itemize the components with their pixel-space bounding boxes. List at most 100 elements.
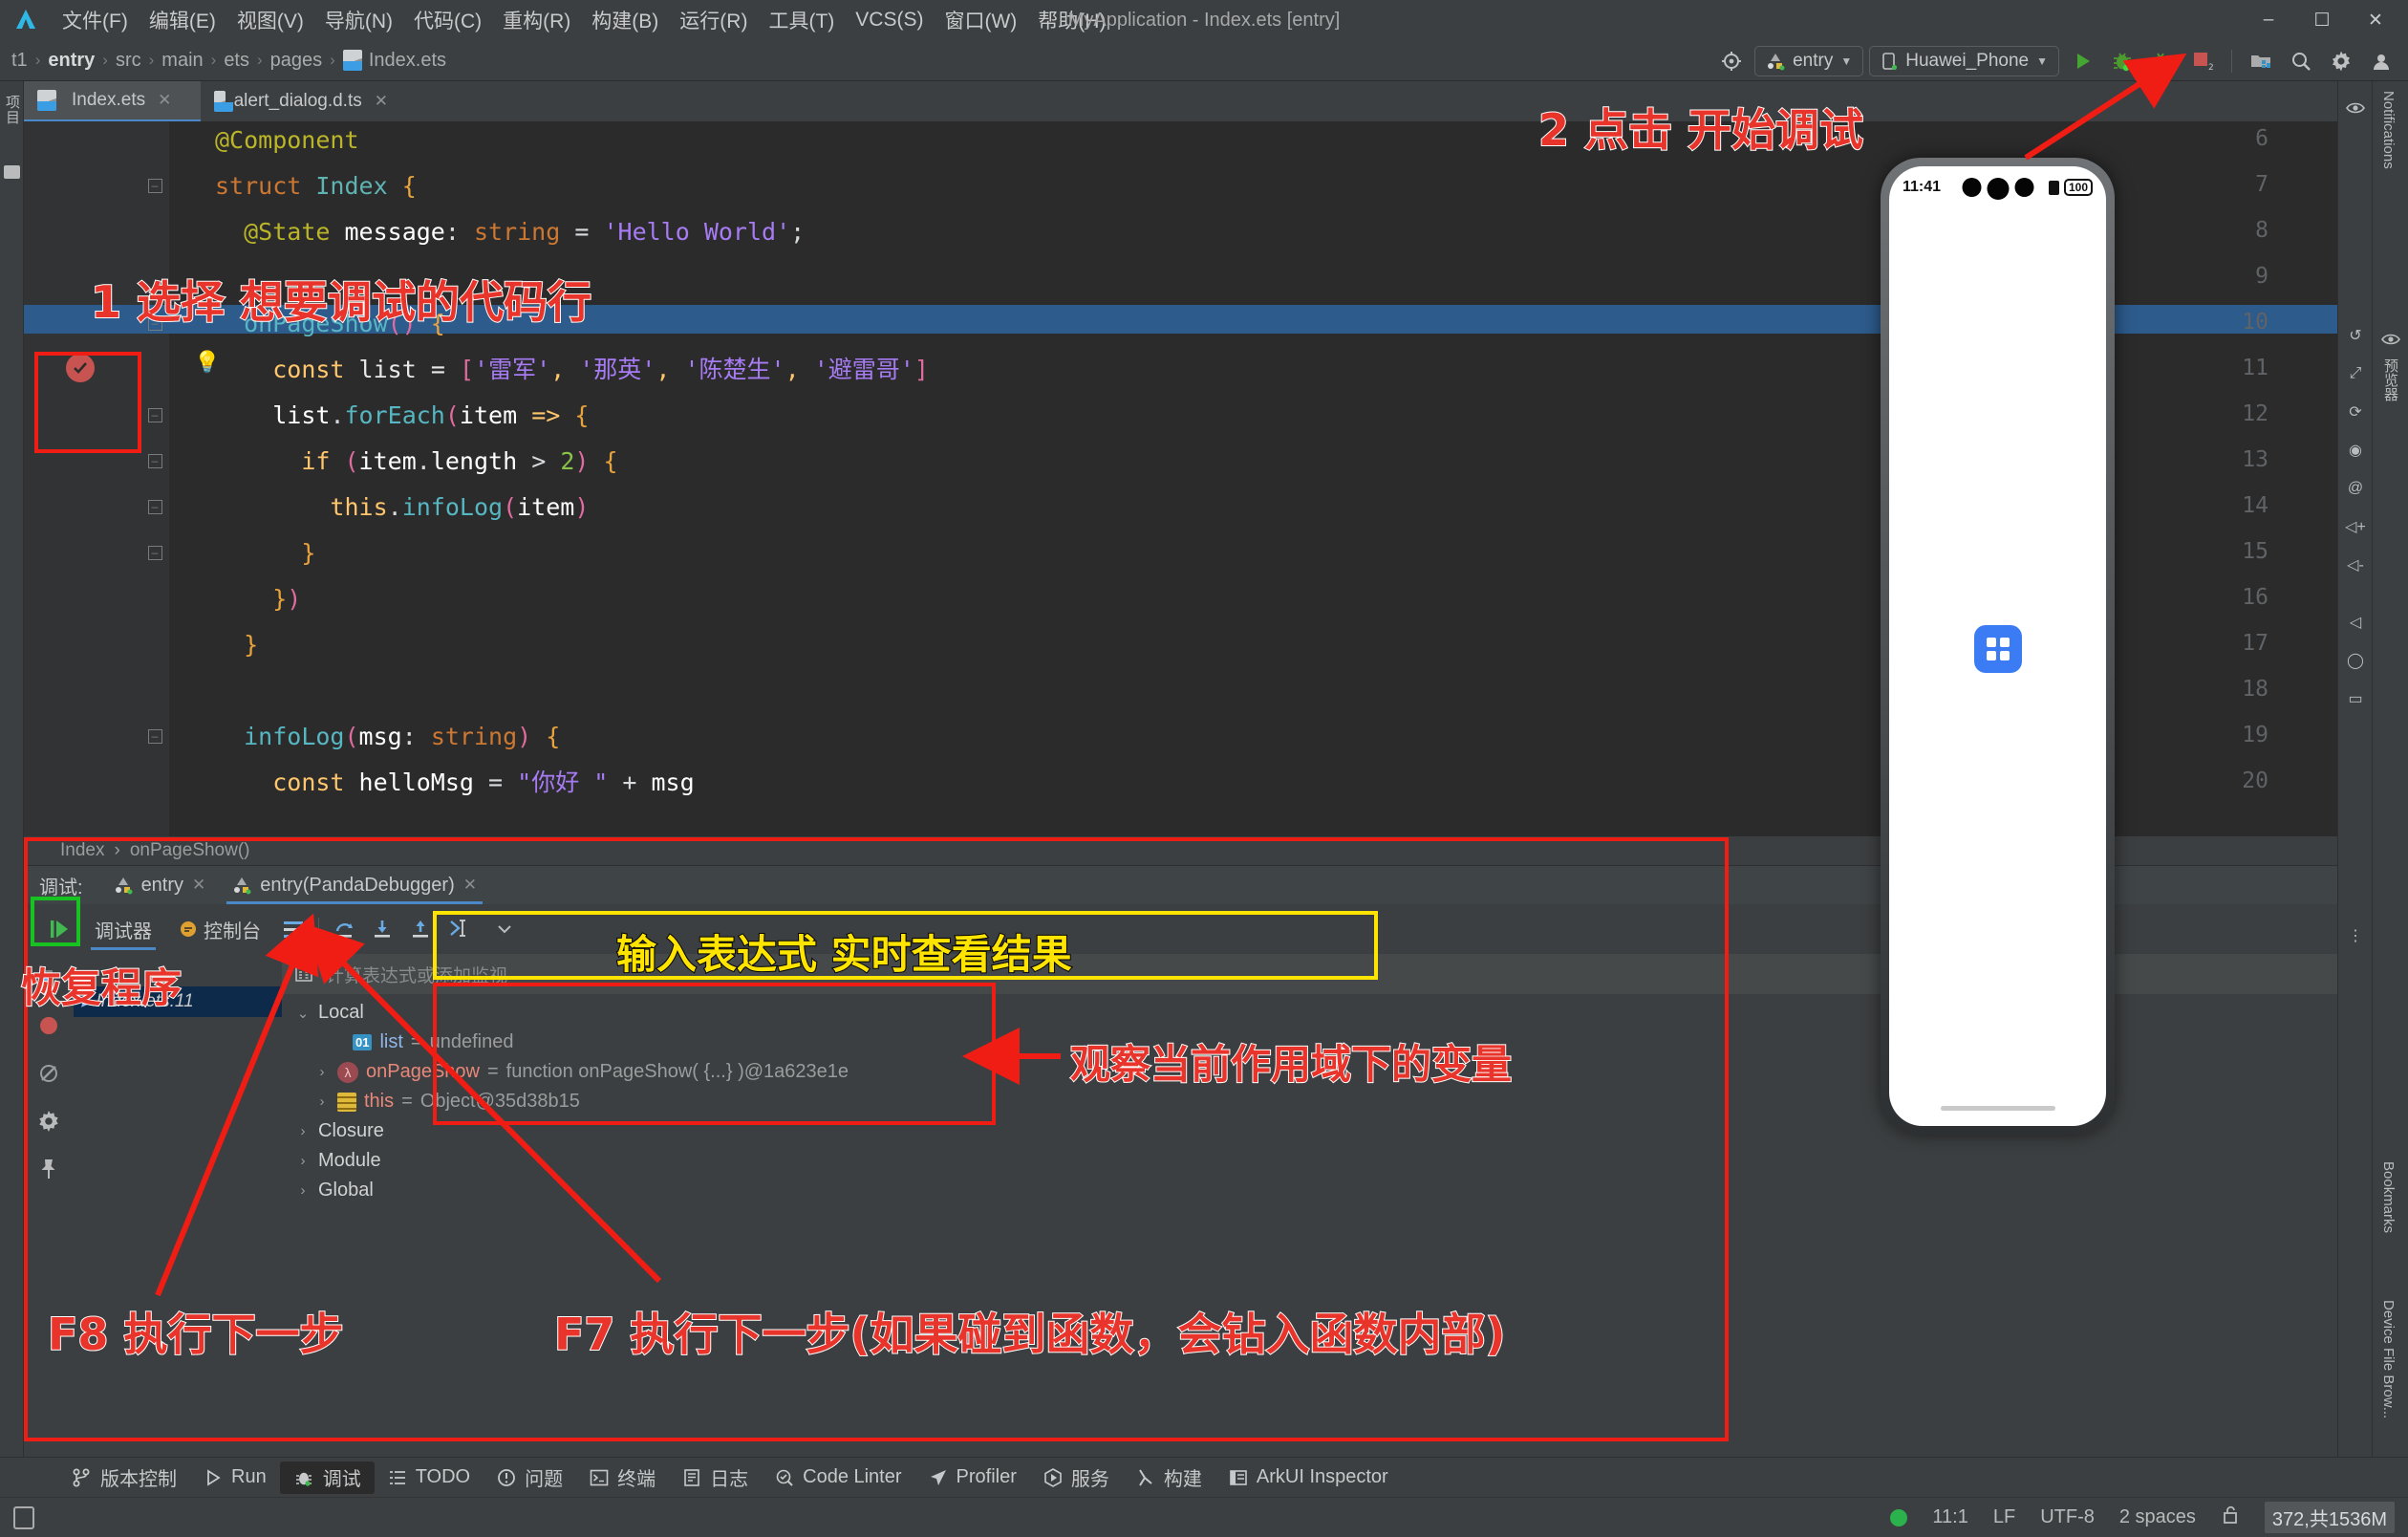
tool-button-code-linter[interactable]: Code Linter: [762, 1461, 914, 1494]
tool-button-todo[interactable]: TODO: [375, 1461, 484, 1494]
breadcrumb-entry[interactable]: entry: [48, 50, 95, 72]
refresh-icon[interactable]: ⟳: [2346, 402, 2365, 422]
target-icon[interactable]: [1714, 44, 1749, 78]
tool-button-terminal[interactable]: 终端: [576, 1461, 669, 1494]
fold-marker[interactable]: –: [146, 177, 163, 194]
fold-marker[interactable]: –: [146, 727, 163, 745]
menu-item-edit[interactable]: 编辑(E): [139, 4, 226, 36]
back-icon[interactable]: ◁: [2346, 613, 2365, 632]
tool-button-profiler[interactable]: Profiler: [915, 1461, 1030, 1494]
breakpoint-marker[interactable]: [66, 354, 95, 382]
tool-button-run[interactable]: Run: [190, 1461, 280, 1494]
collapse-icon[interactable]: [485, 910, 524, 948]
fold-marker[interactable]: –: [146, 544, 163, 561]
breadcrumb-src[interactable]: src: [116, 50, 141, 72]
run-configuration-selector[interactable]: entry ▼: [1754, 46, 1863, 76]
fold-marker[interactable]: –: [146, 498, 163, 515]
phone-emulator[interactable]: 11:41 100: [1881, 158, 2115, 1135]
editor-breadcrumb-method[interactable]: onPageShow(): [130, 840, 250, 861]
menu-item-run[interactable]: 运行(R): [669, 4, 758, 36]
chevron-down-icon[interactable]: ⌄: [295, 1005, 311, 1022]
debug-tab-entry[interactable]: entry ✕: [100, 866, 220, 904]
tab-alert-dialog-dts[interactable]: alert_dialog.d.ts ✕: [201, 81, 399, 121]
close-icon[interactable]: ✕: [192, 876, 205, 895]
eye-icon[interactable]: [2346, 98, 2365, 118]
debug-tab-panda-debugger[interactable]: entry(PandaDebugger) ✕: [219, 866, 490, 904]
sidebar-item-preview[interactable]: 预览器: [2380, 358, 2400, 401]
close-icon[interactable]: ✕: [158, 91, 171, 110]
debug-frames-list[interactable]: ▸ Index.ets:11: [74, 986, 282, 1457]
device-icon[interactable]: [13, 1506, 34, 1529]
at-icon[interactable]: @: [2346, 479, 2365, 498]
menu-item-file[interactable]: 文件(F): [52, 4, 139, 36]
menu-item-code[interactable]: 代码(C): [403, 4, 492, 36]
unlock-icon[interactable]: [2221, 1505, 2240, 1531]
sidebar-item-device-file-browser[interactable]: Device File Brow...: [2380, 1300, 2397, 1418]
chevron-right-icon[interactable]: ›: [314, 1093, 330, 1110]
menu-item-navigate[interactable]: 导航(N): [314, 4, 403, 36]
debug-subtab-debugger[interactable]: 调试器: [81, 904, 165, 954]
sidebar-item-project[interactable]: 项目: [2, 95, 22, 125]
breadcrumb-pages[interactable]: pages: [270, 50, 323, 72]
tool-button-debug[interactable]: 调试: [280, 1461, 375, 1494]
home-icon[interactable]: ◯: [2346, 651, 2365, 670]
breadcrumb-ets[interactable]: ets: [224, 50, 249, 72]
menu-item-window[interactable]: 窗口(W): [934, 4, 1027, 36]
tool-button-arkui-inspector[interactable]: ArkUI Inspector: [1215, 1461, 1402, 1494]
sidebar-item-notifications[interactable]: Notifications: [2380, 91, 2397, 169]
variable-group-module[interactable]: › Module: [295, 1146, 2372, 1176]
step-over-icon[interactable]: [325, 910, 363, 948]
menu-item-build[interactable]: 构建(B): [581, 4, 669, 36]
menu-item-tools[interactable]: 工具(T): [758, 4, 845, 36]
tool-button-build[interactable]: 构建: [1123, 1461, 1215, 1494]
fold-marker[interactable]: –: [146, 406, 163, 423]
chevron-right-icon[interactable]: ›: [295, 1153, 311, 1169]
step-out-icon[interactable]: [401, 910, 440, 948]
menu-item-view[interactable]: 视图(V): [226, 4, 314, 36]
file-encoding[interactable]: UTF-8: [2040, 1506, 2095, 1528]
editor-breadcrumb-class[interactable]: Index: [60, 840, 104, 861]
close-icon[interactable]: ✕: [463, 876, 477, 895]
phone-screen[interactable]: 11:41 100: [1889, 166, 2106, 1126]
minimize-button[interactable]: –: [2242, 0, 2295, 40]
volume-up-icon[interactable]: ◁+: [2346, 517, 2365, 536]
close-button[interactable]: ✕: [2349, 0, 2402, 40]
rotate-icon[interactable]: ↺: [2346, 326, 2365, 345]
variable-group-global[interactable]: › Global: [295, 1176, 2372, 1205]
tool-button-version-control[interactable]: 版本控制: [57, 1461, 190, 1494]
step-into-icon[interactable]: [363, 910, 401, 948]
gear-icon[interactable]: [2324, 44, 2358, 78]
sidebar-item-bookmarks[interactable]: Bookmarks: [2380, 1161, 2397, 1233]
layout-settings-icon[interactable]: [274, 910, 312, 948]
caret-position[interactable]: 11:1: [1932, 1506, 1967, 1528]
breadcrumb-t1[interactable]: t1: [11, 50, 28, 72]
attach-debugger-icon[interactable]: [2145, 44, 2180, 78]
tab-index-ets[interactable]: Index.ets ✕: [24, 81, 201, 121]
device-selector[interactable]: Huawei_Phone ▼: [1869, 46, 2059, 76]
account-icon[interactable]: [2364, 44, 2398, 78]
chevron-right-icon[interactable]: ›: [314, 1064, 330, 1080]
app-grid-icon[interactable]: [1974, 625, 2022, 673]
resize-icon[interactable]: ⤢: [2346, 364, 2365, 383]
breadcrumb-main[interactable]: main: [161, 50, 203, 72]
tool-button-problems[interactable]: 问题: [484, 1461, 576, 1494]
fold-marker[interactable]: –: [146, 452, 163, 469]
volume-down-icon[interactable]: ◁-: [2346, 555, 2365, 574]
menu-item-refactor[interactable]: 重构(R): [492, 4, 581, 36]
stop-icon[interactable]: 2: [2185, 44, 2220, 78]
search-icon[interactable]: [2284, 44, 2318, 78]
tool-button-log[interactable]: 日志: [669, 1461, 762, 1494]
maximize-button[interactable]: ☐: [2295, 0, 2349, 40]
recents-icon[interactable]: ▭: [2346, 689, 2365, 708]
run-to-cursor-icon[interactable]: [440, 910, 478, 948]
mute-breakpoints-icon[interactable]: [24, 1050, 74, 1097]
pin-icon[interactable]: [24, 1145, 74, 1193]
close-icon[interactable]: ✕: [375, 92, 388, 111]
chevron-right-icon[interactable]: ›: [295, 1123, 311, 1139]
chevron-right-icon[interactable]: ›: [295, 1182, 311, 1199]
line-separator[interactable]: LF: [1993, 1506, 2015, 1528]
run-icon[interactable]: [2065, 44, 2099, 78]
camera-icon[interactable]: ◉: [2346, 441, 2365, 460]
indent-setting[interactable]: 2 spaces: [2119, 1506, 2196, 1528]
debug-subtab-console[interactable]: 控制台: [165, 904, 274, 954]
